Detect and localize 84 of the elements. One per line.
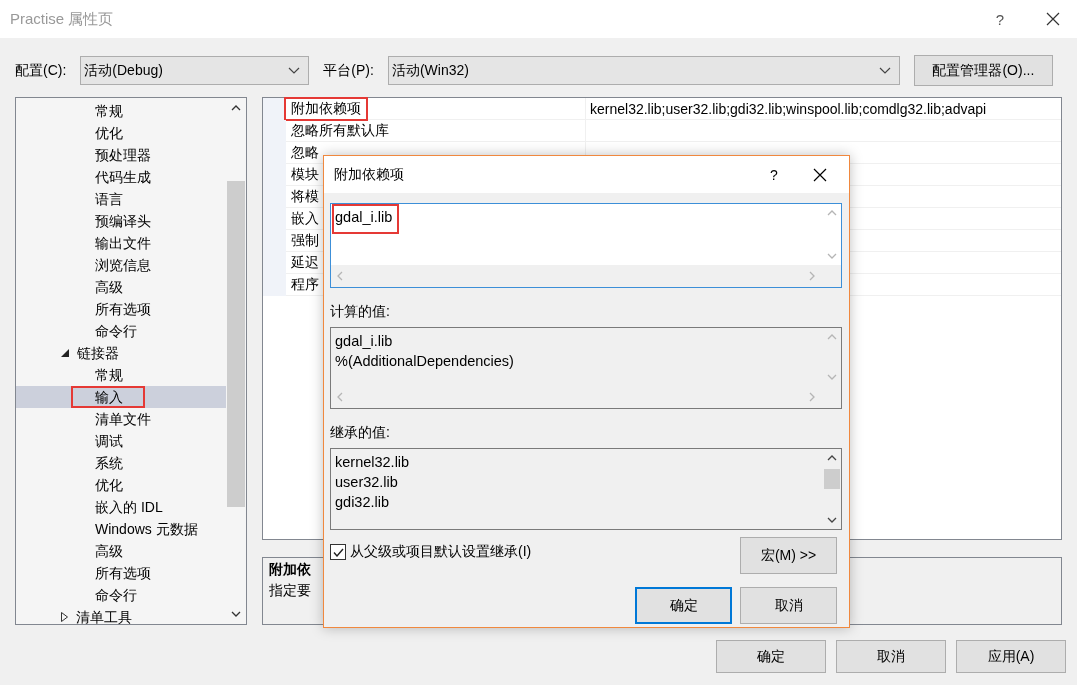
- tree-item[interactable]: 嵌入的 IDL: [16, 496, 226, 518]
- field-label: 平台(P):: [323, 61, 374, 80]
- scroll-down-icon: [231, 611, 241, 617]
- check-icon: [332, 547, 344, 557]
- chevron-down-icon: [288, 67, 301, 74]
- text-line: user32.lib: [335, 473, 398, 492]
- section-label: 计算的值:: [330, 303, 391, 321]
- row-header: [263, 98, 286, 120]
- text-line: kernel32.lib: [335, 453, 410, 472]
- config-manager-button[interactable]: 配置管理器(O)...: [913, 55, 1053, 86]
- scroll-left-icon: [337, 271, 343, 281]
- scroll-up-icon: [827, 455, 837, 461]
- tree-item[interactable]: 高级: [16, 540, 226, 562]
- checkbox[interactable]: [330, 544, 346, 560]
- property-value: kernel32.lib;user32.lib;gdi32.lib;winspool.lib;comdlg32.lib;advapi: [586, 98, 1061, 120]
- section-label: 继承的值:: [330, 424, 391, 442]
- tree-item[interactable]: 所有选项: [16, 562, 226, 584]
- tree-item[interactable]: 常规: [16, 364, 226, 386]
- tree-item[interactable]: 清单文件: [16, 408, 226, 430]
- property-name[interactable]: 附加依赖项: [287, 99, 365, 118]
- tree-item[interactable]: 高级: [16, 276, 226, 298]
- property-name[interactable]: 忽略所有默认库: [291, 121, 389, 140]
- scrollbar-thumb[interactable]: [227, 181, 245, 507]
- scroll-right-icon: [809, 392, 815, 402]
- property-name[interactable]: 将模: [291, 187, 319, 206]
- scroll-left-icon: [337, 392, 343, 402]
- dropdown[interactable]: 活动(Win32): [387, 56, 900, 85]
- tree-item[interactable]: 浏览信息: [16, 254, 226, 276]
- tree-item[interactable]: 命令行: [16, 584, 226, 606]
- tree-item[interactable]: 命令行: [16, 320, 226, 342]
- text-line: %(AdditionalDependencies): [335, 352, 514, 371]
- tree-item[interactable]: 清单工具: [16, 606, 226, 628]
- scroll-up-icon: [827, 210, 837, 216]
- tree-item[interactable]: 输入: [16, 386, 226, 408]
- description-text: 指定要: [269, 582, 312, 600]
- scrollbar-thumb[interactable]: [824, 469, 840, 489]
- scroll-up-icon: [231, 105, 241, 111]
- chevron-down-icon: [878, 67, 891, 74]
- dropdown-value: 活动(Debug): [84, 61, 163, 80]
- text-line: gdi32.lib: [335, 493, 389, 512]
- scroll-right-icon: [809, 271, 815, 281]
- cancel-button[interactable]: 取消: [836, 640, 946, 673]
- cancel-button[interactable]: 取消: [740, 587, 837, 624]
- checkbox-label: 从父级或项目默认设置继承(I): [350, 543, 532, 561]
- ok-button[interactable]: 确定: [716, 640, 826, 673]
- text-line: gdal_i.lib: [335, 332, 393, 351]
- property-name[interactable]: 模块: [291, 165, 319, 184]
- tree-item[interactable]: 调试: [16, 430, 226, 452]
- close-icon[interactable]: [813, 167, 827, 182]
- tree-item[interactable]: 系统: [16, 452, 226, 474]
- property-name[interactable]: 程序: [291, 275, 319, 294]
- apply-button[interactable]: 应用(A): [956, 640, 1066, 673]
- macro-button[interactable]: 宏(M) >>: [740, 537, 837, 574]
- tree-item[interactable]: 优化: [16, 474, 226, 496]
- window-title: Practise 属性页: [10, 9, 115, 29]
- tree-item[interactable]: 预编译头: [16, 210, 226, 232]
- scroll-down-icon: [827, 253, 837, 259]
- edit-field[interactable]: gdal_i.lib: [330, 203, 842, 288]
- tree-item[interactable]: 常规: [16, 100, 226, 122]
- tree-item[interactable]: 所有选项: [16, 298, 226, 320]
- ok-button[interactable]: 确定: [635, 587, 732, 624]
- tree-item[interactable]: 优化: [16, 122, 226, 144]
- dialog-title: 附加依赖项: [334, 165, 405, 184]
- dropdown-value: 活动(Win32): [391, 61, 469, 80]
- tree-item[interactable]: 输出文件: [16, 232, 226, 254]
- close-icon[interactable]: [1046, 12, 1060, 26]
- help-button[interactable]: ?: [759, 166, 789, 183]
- tree-item[interactable]: 链接器: [16, 342, 226, 364]
- property-name[interactable]: 延迟: [291, 253, 319, 272]
- scroll-down-icon: [827, 517, 837, 523]
- tree-item[interactable]: 语言: [16, 188, 226, 210]
- property-name[interactable]: 忽略: [291, 143, 319, 162]
- scroll-down-icon: [827, 374, 837, 380]
- tree-item[interactable]: 预处理器: [16, 144, 226, 166]
- text-line: gdal_i.lib: [335, 207, 397, 231]
- help-button[interactable]: ?: [995, 10, 1004, 28]
- property-name[interactable]: 嵌入: [291, 209, 319, 228]
- scroll-up-icon: [827, 334, 837, 340]
- dropdown[interactable]: 活动(Debug): [80, 56, 310, 85]
- description-title: 附加依: [269, 561, 312, 579]
- property-name[interactable]: 强制: [291, 231, 319, 250]
- field-label: 配置(C):: [15, 61, 67, 80]
- tree-item[interactable]: 代码生成: [16, 166, 226, 188]
- tree-item[interactable]: Windows 元数据: [16, 518, 226, 540]
